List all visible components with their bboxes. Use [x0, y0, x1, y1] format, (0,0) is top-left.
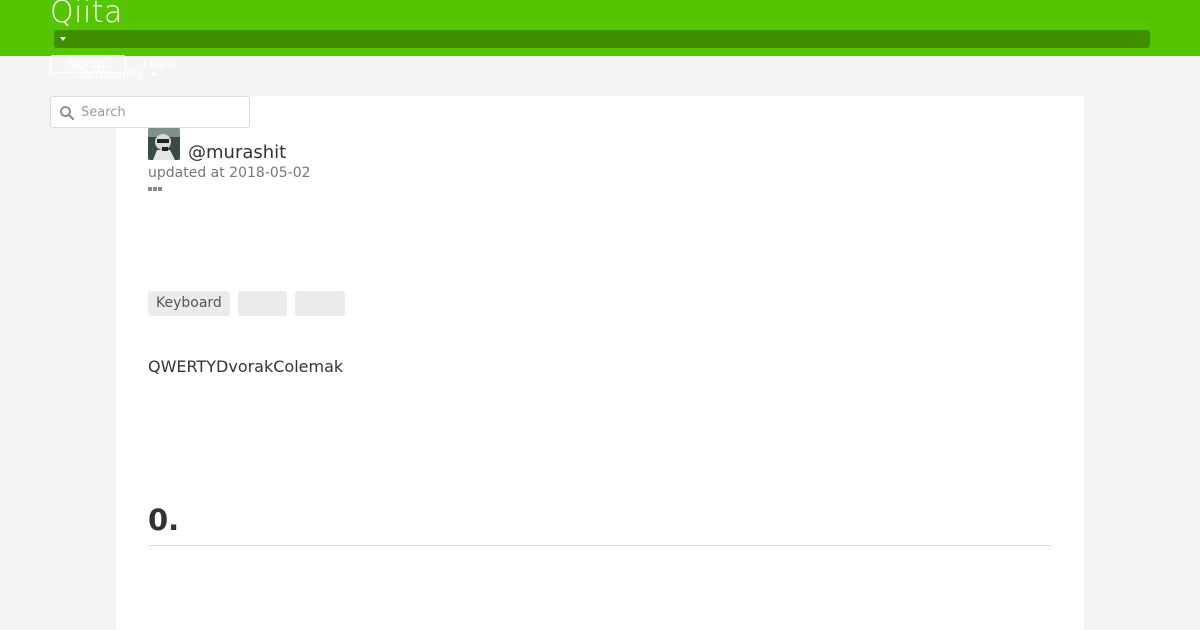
tag-item[interactable]	[294, 291, 345, 316]
heading-divider	[148, 545, 1052, 546]
article-intro: QWERTYDvorakColemak	[148, 357, 344, 376]
global-menu-bar[interactable]	[54, 30, 1150, 48]
chevron-down-icon	[151, 73, 157, 77]
search-box[interactable]	[50, 96, 250, 128]
chevron-down-icon	[60, 37, 66, 41]
section-heading: 0.	[148, 503, 180, 537]
author-link[interactable]: @murashit	[188, 142, 286, 164]
updated-date: updated at 2018-05-02	[148, 165, 311, 181]
more-dot	[153, 187, 157, 191]
site-header: Qiita	[0, 0, 1200, 56]
more-dot	[158, 187, 162, 191]
community-menu[interactable]: Community	[75, 66, 144, 82]
more-dot	[148, 187, 152, 191]
login-link[interactable]: Login	[143, 56, 175, 72]
tag-keyboard[interactable]: Keyboard	[148, 291, 230, 316]
search-input[interactable]	[81, 97, 246, 127]
more-icon[interactable]	[148, 187, 162, 191]
avatar[interactable]	[148, 128, 180, 160]
tag-list: Keyboard	[148, 291, 345, 316]
search-icon	[60, 106, 74, 120]
tag-item[interactable]	[237, 291, 287, 316]
qiita-logo[interactable]: Qiita	[50, 0, 123, 31]
avatar-image	[148, 128, 180, 160]
